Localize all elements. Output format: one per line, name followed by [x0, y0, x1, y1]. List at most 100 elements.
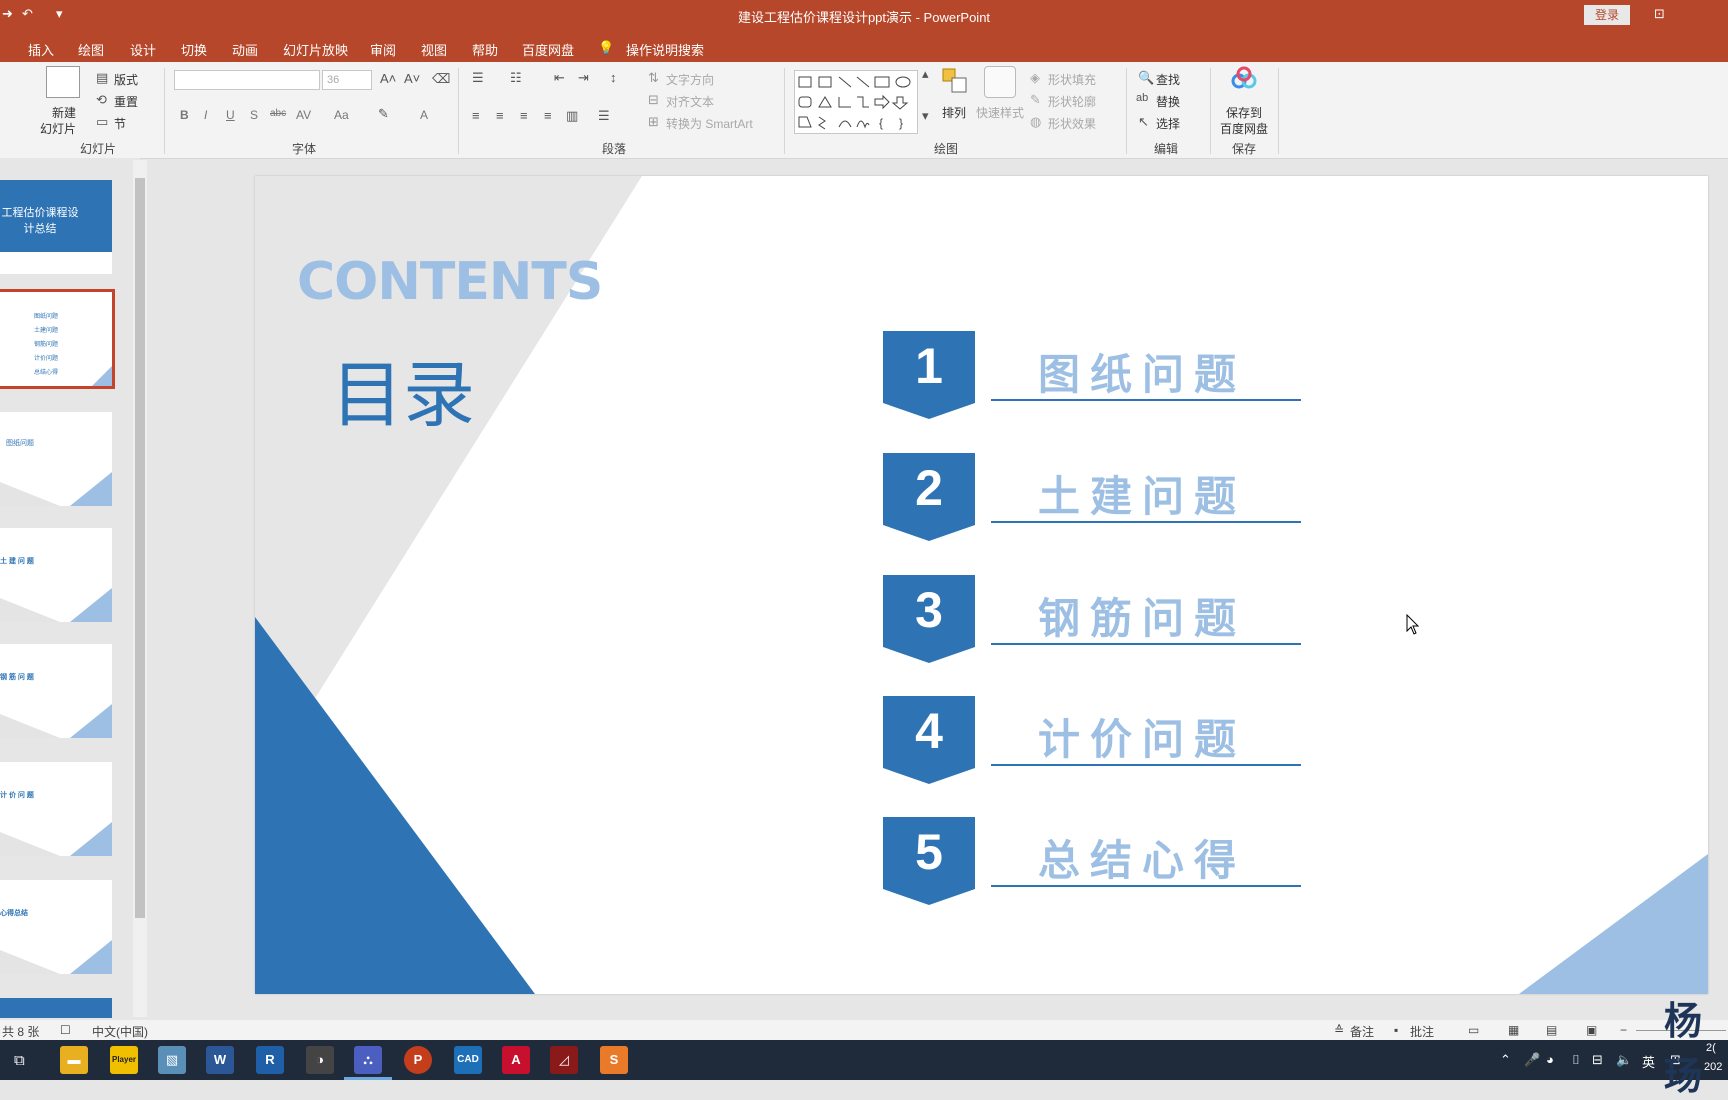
columns-icon[interactable]: ▥	[566, 108, 578, 124]
select-button[interactable]: 选择	[1156, 115, 1180, 132]
network-icon[interactable]: ⊟	[1592, 1052, 1603, 1068]
scrollbar-thumb[interactable]	[135, 178, 145, 918]
shrink-font-icon[interactable]: A˅	[404, 71, 420, 86]
file-explorer-icon[interactable]: ▬	[60, 1046, 88, 1074]
align-text-button[interactable]: 对齐文本	[666, 93, 714, 110]
slide-thumbnail-4[interactable]: 土 建 问 题	[0, 528, 112, 622]
notes-button[interactable]: 备注	[1350, 1023, 1374, 1040]
language-indicator[interactable]: 中文(中国)	[92, 1023, 148, 1040]
show-hidden-icons[interactable]: ⌃	[1500, 1052, 1511, 1068]
tab-slideshow[interactable]: 幻灯片放映	[283, 40, 348, 59]
clear-format-icon[interactable]: ⌫	[432, 71, 450, 87]
slide-thumbnail-3[interactable]: 图纸问题	[0, 412, 112, 506]
slide-thumbnail-6[interactable]: 计 价 问 题	[0, 762, 112, 856]
grow-font-icon[interactable]: A˄	[380, 71, 396, 86]
shapes-gallery[interactable]: {}	[794, 70, 918, 134]
strikethrough-button[interactable]: abc	[270, 108, 286, 119]
section-button[interactable]: 节	[114, 115, 126, 132]
comments-button[interactable]: 批注	[1410, 1023, 1434, 1040]
line-spacing-icon[interactable]: ↕	[610, 70, 617, 85]
network-app-icon[interactable]: ◑	[306, 1046, 334, 1074]
tab-draw[interactable]: 绘图	[78, 40, 104, 59]
zoom-out-icon[interactable]: −	[1620, 1023, 1627, 1037]
underline-button[interactable]: U	[226, 108, 235, 122]
distributed-icon[interactable]: ☰	[598, 108, 610, 124]
shape-outline-button[interactable]: 形状轮廓	[1048, 93, 1096, 110]
shadow-button[interactable]: S	[250, 108, 258, 122]
volume-icon[interactable]: 🔈	[1616, 1052, 1632, 1068]
slide-thumbnail-8[interactable]	[0, 998, 112, 1018]
task-view-icon[interactable]: ⧉	[14, 1052, 25, 1069]
justify-icon[interactable]: ≡	[544, 108, 552, 123]
shape-effects-button[interactable]: 形状效果	[1048, 115, 1096, 132]
ribbon-display-options-icon[interactable]: ⊡	[1654, 6, 1665, 22]
login-button[interactable]: 登录	[1584, 5, 1630, 25]
shapes-gallery-more-icon[interactable]: ▾	[922, 108, 929, 124]
tab-insert[interactable]: 插入	[28, 40, 54, 59]
new-slide-label-2[interactable]: 幻灯片	[40, 120, 76, 137]
find-button[interactable]: 查找	[1156, 71, 1180, 88]
font-size-combo[interactable]: 36	[322, 70, 372, 90]
highlight-icon[interactable]: ✎	[378, 106, 389, 122]
new-slide-icon[interactable]	[46, 66, 80, 98]
baidu-netdisk-icon[interactable]	[1230, 66, 1258, 94]
quick-styles-button[interactable]: 快速样式	[976, 104, 1024, 121]
text-direction-button[interactable]: 文字方向	[666, 71, 714, 88]
player-app-icon[interactable]: Player	[110, 1046, 138, 1074]
revit-icon[interactable]: R	[256, 1046, 284, 1074]
ime-indicator[interactable]: 英	[1642, 1052, 1655, 1071]
slide-sorter-icon[interactable]: ▦	[1508, 1023, 1519, 1037]
layout-button[interactable]: 版式	[114, 71, 138, 88]
powerpoint-icon[interactable]: P	[404, 1046, 432, 1074]
bold-button[interactable]: B	[180, 108, 189, 122]
new-slide-label-1[interactable]: 新建	[52, 104, 76, 121]
align-right-icon[interactable]: ≡	[520, 108, 528, 123]
lightbulb-icon[interactable]: 💡	[598, 40, 614, 56]
slide-canvas[interactable]: CONTENTS 目录 1 图纸问题 2 土建问题 3 钢筋问题 4 计价问题 …	[255, 176, 1708, 994]
font-color-button[interactable]: A	[420, 108, 428, 122]
arrange-button[interactable]: 排列	[942, 104, 966, 121]
normal-view-icon[interactable]: ▭	[1468, 1023, 1479, 1037]
bullets-icon[interactable]: ☰	[472, 70, 484, 86]
tab-review[interactable]: 审阅	[370, 40, 396, 59]
thumbnail-scrollbar[interactable]	[133, 160, 147, 1017]
slide-thumbnail-5[interactable]: 钢 筋 问 题	[0, 644, 112, 738]
tab-view[interactable]: 视图	[421, 40, 447, 59]
teams-app-icon[interactable]: ⛬	[354, 1046, 382, 1074]
microphone-icon[interactable]: 🎤	[1524, 1052, 1540, 1068]
save-to-netdisk-label-1[interactable]: 保存到	[1226, 104, 1262, 121]
word-icon[interactable]: W	[206, 1046, 234, 1074]
char-spacing-button[interactable]: AV	[296, 108, 311, 122]
increase-indent-icon[interactable]: ⇥	[578, 70, 589, 86]
decrease-indent-icon[interactable]: ⇤	[554, 70, 565, 86]
reading-view-icon[interactable]: ▤	[1546, 1023, 1557, 1037]
slide-thumbnail-2[interactable]: 图纸问题 土建问题 钢筋问题 计价问题 总结心得	[0, 289, 115, 389]
save-to-netdisk-label-2[interactable]: 百度网盘	[1220, 120, 1268, 137]
shapes-gallery-scroll-icon[interactable]: ▴	[922, 66, 929, 82]
font-name-combo[interactable]	[174, 70, 320, 90]
cad-app-icon[interactable]: CAD	[454, 1046, 482, 1074]
replace-button[interactable]: 替换	[1156, 93, 1180, 110]
reset-button[interactable]: 重置	[114, 93, 138, 110]
autocad-icon[interactable]: A	[502, 1046, 530, 1074]
tell-me-search[interactable]: 操作说明搜索	[626, 40, 704, 59]
italic-button[interactable]: I	[204, 108, 207, 122]
tab-design[interactable]: 设计	[130, 40, 156, 59]
quick-styles-icon[interactable]	[984, 66, 1016, 98]
slideshow-view-icon[interactable]: ▣	[1586, 1023, 1597, 1037]
accessibility-icon[interactable]: ☐	[60, 1023, 71, 1037]
numbering-icon[interactable]: ☷	[510, 70, 522, 86]
slide-thumbnail-7[interactable]: 心得总结	[0, 880, 112, 974]
sublime-app-icon[interactable]: S	[600, 1046, 628, 1074]
tab-help[interactable]: 帮助	[472, 40, 498, 59]
align-left-icon[interactable]: ≡	[472, 108, 480, 123]
convert-smartart-button[interactable]: 转换为 SmartArt	[666, 115, 753, 132]
tab-transitions[interactable]: 切换	[181, 40, 207, 59]
arrange-icon[interactable]	[942, 68, 968, 94]
align-center-icon[interactable]: ≡	[496, 108, 504, 123]
shape-fill-button[interactable]: 形状填充	[1048, 71, 1096, 88]
photos-app-icon[interactable]: ▧	[158, 1046, 186, 1074]
qq-icon[interactable]: ◕	[1546, 1052, 1554, 1067]
change-case-button[interactable]: Aa	[334, 108, 349, 122]
slide-thumbnail-1[interactable]: 工程估价课程设计总结	[0, 180, 112, 274]
